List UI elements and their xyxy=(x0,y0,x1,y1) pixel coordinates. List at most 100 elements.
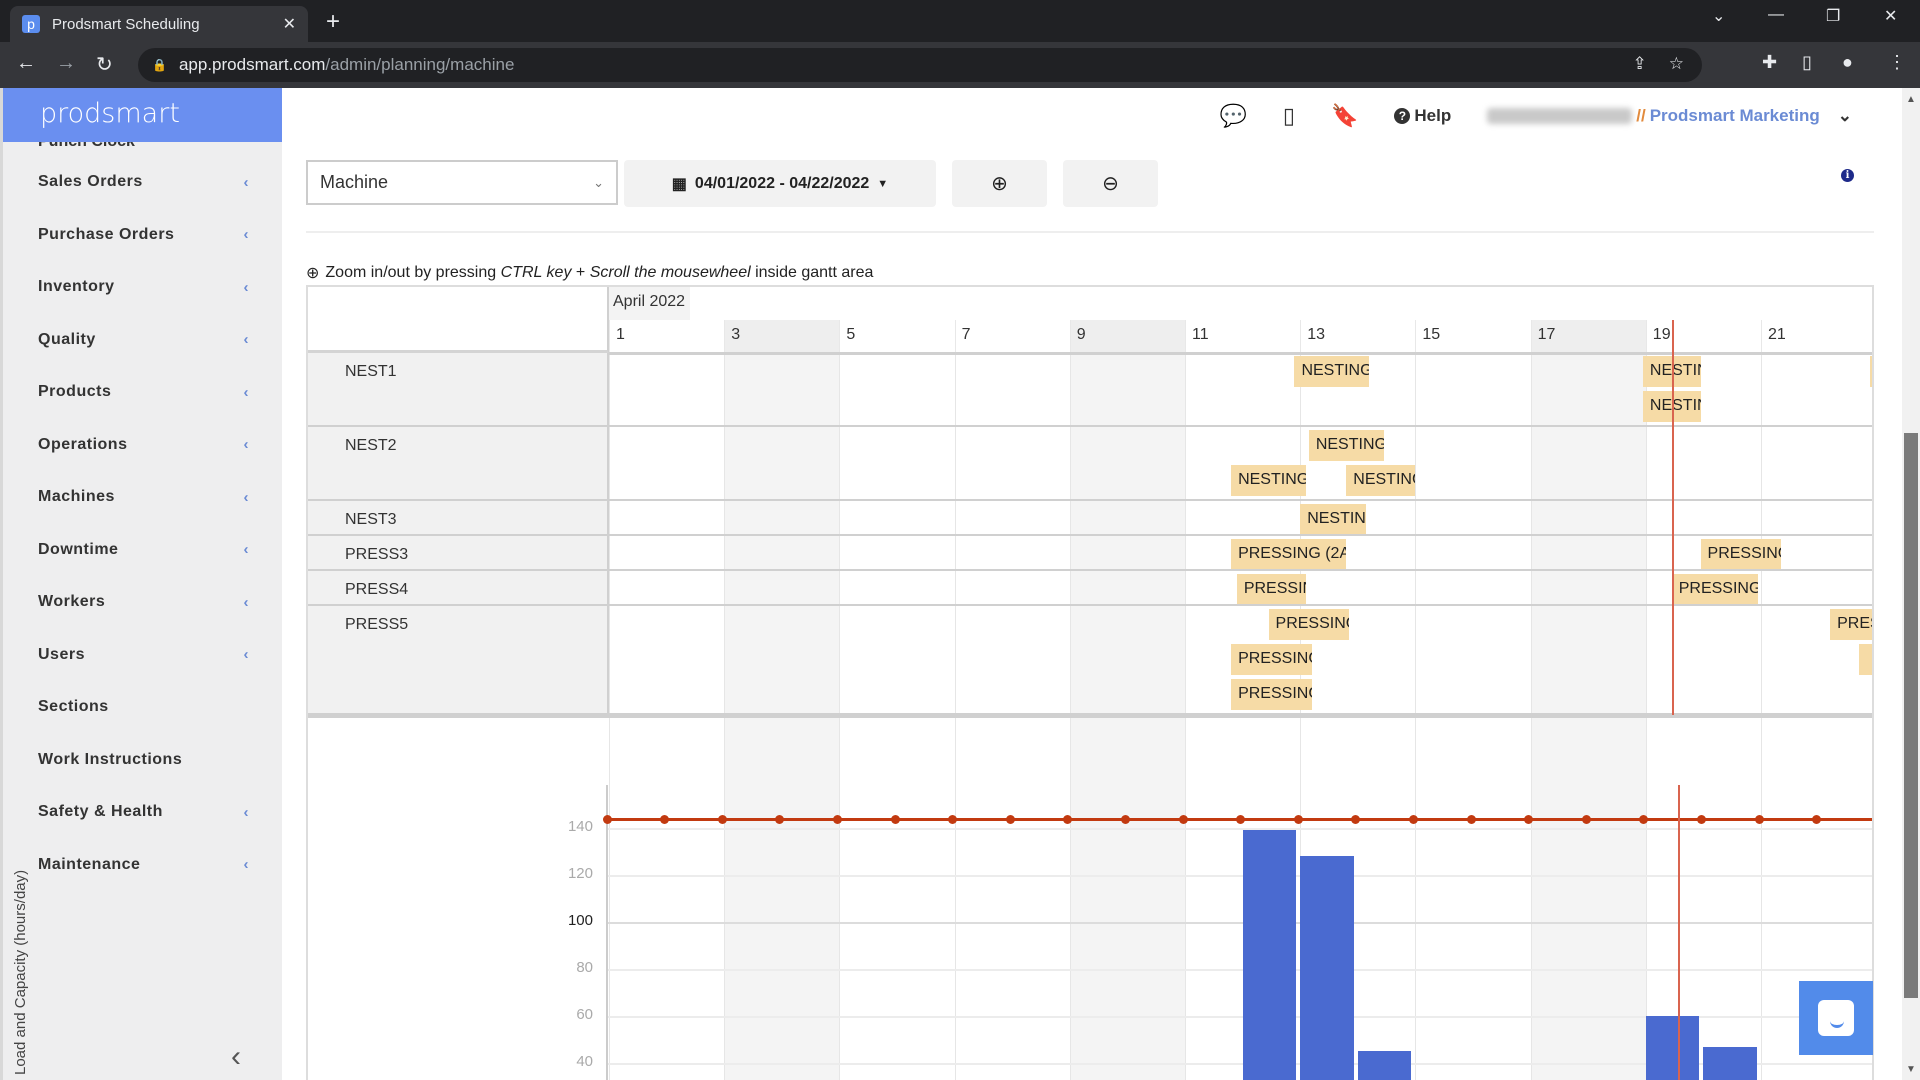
gantt-grid[interactable]: April 2022 13579111315171921NESTING (2NE… xyxy=(609,287,1872,1080)
browser-menu-icon[interactable]: ⋮ xyxy=(1888,52,1906,73)
close-window-button[interactable]: ✕ xyxy=(1884,6,1897,26)
task-bar[interactable]: PRESSING xyxy=(1231,644,1312,675)
scroll-down-icon[interactable]: ▼ xyxy=(1906,1064,1916,1075)
chevron-left-icon: ‹ xyxy=(243,226,249,244)
sidebar-item-sections[interactable]: Sections xyxy=(3,681,282,734)
y-tick-label: 120 xyxy=(567,865,593,882)
load-bar[interactable] xyxy=(1300,856,1354,1080)
task-bar[interactable]: PRESSING xyxy=(1830,609,1872,640)
sidebar-item-users[interactable]: Users ‹ xyxy=(3,629,282,682)
capacity-point xyxy=(1466,814,1476,824)
sidebar-item-quality[interactable]: Quality ‹ xyxy=(3,314,282,367)
caret-down-icon: ▼ xyxy=(877,177,889,190)
task-bar[interactable] xyxy=(1870,356,1872,387)
gridline xyxy=(607,922,1872,924)
profile-icon[interactable]: ● xyxy=(1842,52,1853,73)
chat-widget-button[interactable] xyxy=(1799,981,1873,1055)
task-bar[interactable]: PRESSING xyxy=(1700,539,1782,570)
info-icon[interactable]: i xyxy=(1841,169,1854,182)
url-field[interactable]: 🔒 app.prodsmart.com/admin/planning/machi… xyxy=(138,48,1702,82)
back-icon[interactable]: ← xyxy=(16,52,36,75)
sidebar-item-label: Products xyxy=(38,383,112,401)
prodsmart-logo[interactable]: prodsmart xyxy=(3,88,282,142)
sidebar-item-work-instructions[interactable]: Work Instructions xyxy=(3,734,282,787)
lock-icon: 🔒 xyxy=(152,58,167,72)
chevron-left-icon: ‹ xyxy=(243,278,249,296)
sidebar-item-label: Purchase Orders xyxy=(38,225,175,243)
date-range-picker[interactable]: ▦ 04/01/2022 - 04/22/2022 ▼ xyxy=(624,160,936,207)
scroll-up-icon[interactable]: ▲ xyxy=(1906,94,1916,105)
task-bar[interactable]: NESTING xyxy=(1231,465,1306,496)
task-bar[interactable]: NESTING (2 xyxy=(1294,356,1370,387)
scrollbar-thumb[interactable] xyxy=(1904,433,1918,998)
new-tab-button[interactable]: + xyxy=(326,8,340,36)
y-axis-line xyxy=(606,785,608,1080)
minimize-button[interactable]: — xyxy=(1768,6,1784,24)
task-bar[interactable]: PRESSING xyxy=(1231,679,1312,710)
mobile-icon[interactable]: ▯ xyxy=(1283,103,1295,129)
chevron-left-icon: ‹ xyxy=(243,803,249,821)
user-name-blurred xyxy=(1487,108,1633,124)
sidebar-item-safety-health[interactable]: Safety & Health ‹ xyxy=(3,786,282,839)
tab-search-icon[interactable]: ⌄ xyxy=(1712,6,1725,26)
task-bar[interactable]: NESTING xyxy=(1308,430,1384,461)
machine-row-label: NEST2 xyxy=(308,427,609,501)
row-divider xyxy=(609,534,1872,536)
load-bar[interactable] xyxy=(1703,1046,1757,1080)
sidebar-item-workers[interactable]: Workers ‹ xyxy=(3,576,282,629)
view-type-select[interactable]: Machine ⌄ xyxy=(306,160,618,205)
capacity-point xyxy=(1005,814,1015,824)
day-header: 9 xyxy=(1069,320,1185,353)
browser-tab[interactable]: p Prodsmart Scheduling ✕ xyxy=(10,6,308,42)
restore-button[interactable]: ❐ xyxy=(1826,6,1840,26)
load-bar[interactable] xyxy=(1645,1016,1700,1080)
chat-icon xyxy=(1818,1000,1854,1036)
reload-icon[interactable]: ↻ xyxy=(96,52,113,77)
sidebar-item-label: Sections xyxy=(38,698,109,716)
task-bar[interactable]: NESTING xyxy=(1300,504,1367,535)
sidebar-item-punch-clock[interactable]: Punch Clock xyxy=(3,142,282,152)
sidebar-item-label: Machines xyxy=(38,488,115,506)
page-scrollbar[interactable]: ▲ ▼ xyxy=(1902,88,1920,1080)
extensions-icon[interactable]: ✚ xyxy=(1762,52,1777,73)
forward-icon[interactable]: → xyxy=(56,52,76,75)
task-bar[interactable]: PRESSING xyxy=(1236,574,1306,605)
help-link[interactable]: ? Help xyxy=(1394,106,1451,126)
capacity-point xyxy=(775,814,785,824)
day-header: 13 xyxy=(1300,320,1415,353)
sidebar-item-machines[interactable]: Machines ‹ xyxy=(3,471,282,524)
day-column xyxy=(609,320,724,1080)
task-bar[interactable]: PRESSING (2A. xyxy=(1231,539,1347,570)
task-bar[interactable]: NESTING xyxy=(1346,465,1416,496)
day-header: 21 xyxy=(1761,320,1872,353)
sidebar-item-sales-orders[interactable]: Sales Orders ‹ xyxy=(3,156,282,209)
chevron-left-icon: ‹ xyxy=(243,646,249,664)
user-menu[interactable]: // Prodsmart Marketing ⌄ xyxy=(1487,106,1852,126)
zoom-in-button[interactable]: ⊕ xyxy=(952,160,1047,207)
share-icon[interactable]: ⇪ xyxy=(1633,54,1647,74)
day-header: 7 xyxy=(954,320,1070,353)
comments-icon[interactable]: 💬 xyxy=(1219,103,1246,129)
task-bar[interactable] xyxy=(1858,644,1872,675)
sidebar-item-downtime[interactable]: Downtime ‹ xyxy=(3,524,282,577)
sidebar-item-inventory[interactable]: Inventory ‹ xyxy=(3,261,282,314)
sidebar-item-operations[interactable]: Operations ‹ xyxy=(3,419,282,472)
sidebar-item-products[interactable]: Products ‹ xyxy=(3,366,282,419)
load-bar[interactable] xyxy=(1357,1051,1412,1080)
zoom-out-button[interactable]: ⊖ xyxy=(1063,160,1158,207)
bookmark-star-icon[interactable]: ☆ xyxy=(1669,54,1684,74)
day-header: 17 xyxy=(1530,320,1646,353)
task-bar[interactable]: PRESSING xyxy=(1671,574,1759,605)
sidebar-item-label: Users xyxy=(38,645,85,663)
collapse-sidebar-icon[interactable]: ‹ xyxy=(231,1040,241,1074)
y-axis-title: Load and Capacity (hours/day) xyxy=(12,869,29,1075)
gantt-chart[interactable]: NEST1 NEST2 NEST3 PRESS3 PRESS4 PRESS5 April … xyxy=(306,285,1874,1080)
sidebar-item-purchase-orders[interactable]: Purchase Orders ‹ xyxy=(3,209,282,262)
load-bar[interactable] xyxy=(1242,830,1297,1080)
close-tab-icon[interactable]: ✕ xyxy=(283,14,296,34)
capacity-point xyxy=(832,814,842,824)
side-panel-icon[interactable]: ▯ xyxy=(1802,52,1812,73)
sidebar-item-maintenance[interactable]: Maintenance ‹ xyxy=(3,839,282,892)
bookmark-icon[interactable]: 🔖 xyxy=(1331,103,1358,129)
task-bar[interactable]: PRESSING xyxy=(1268,609,1350,640)
